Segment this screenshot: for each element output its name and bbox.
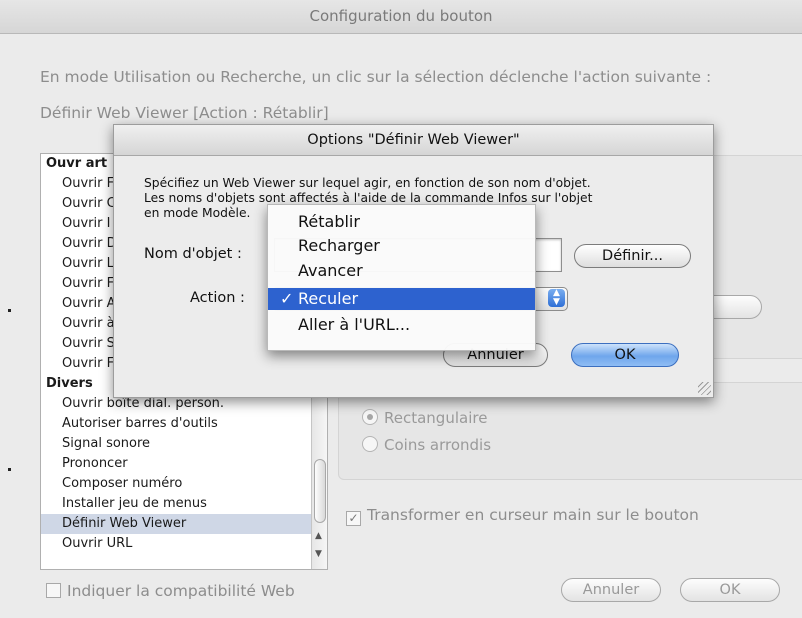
- rectangular-radio[interactable]: Rectangulaire: [362, 409, 487, 427]
- rounded-radio[interactable]: Coins arrondis: [362, 436, 491, 454]
- window-title: Configuration du bouton: [309, 7, 493, 25]
- resize-grip-icon[interactable]: [698, 382, 711, 395]
- sheet-description-line: Spécifiez un Web Viewer sur lequel agir,…: [144, 176, 591, 190]
- menu-item-recharger[interactable]: Recharger: [268, 235, 535, 257]
- list-item[interactable]: Ouvrir URL: [41, 534, 311, 554]
- web-compat-label: Indiquer la compatibilité Web: [67, 582, 295, 600]
- action-popup-menu: Rétablir Recharger Avancer ✓ Reculer Alle…: [267, 204, 536, 351]
- menu-item-label: Rétablir: [298, 212, 360, 231]
- main-cancel-button[interactable]: Annuler: [561, 578, 661, 602]
- define-button[interactable]: Définir...: [574, 244, 691, 268]
- titlebar: Configuration du bouton: [0, 0, 802, 34]
- menu-item-label: Avancer: [298, 261, 363, 280]
- popup-arrows-icon: ▲ ▼: [548, 289, 565, 307]
- radio-selected-icon: [362, 409, 378, 425]
- sheet-title: Options "Définir Web Viewer": [114, 125, 713, 156]
- scroll-thumb[interactable]: [314, 459, 326, 523]
- edge-mark: [8, 309, 11, 312]
- menu-item-label: Reculer: [298, 289, 359, 308]
- scroll-up-arrow-icon[interactable]: ▲: [315, 531, 322, 541]
- list-item[interactable]: Autoriser barres d'outils: [41, 414, 311, 434]
- list-item[interactable]: Prononcer: [41, 454, 311, 474]
- list-item[interactable]: Installer jeu de menus: [41, 494, 311, 514]
- checkbox-icon: [46, 583, 61, 598]
- web-compat-checkbox[interactable]: Indiquer la compatibilité Web: [46, 582, 295, 600]
- list-item[interactable]: Composer numéro: [41, 474, 311, 494]
- menu-item-avancer[interactable]: Avancer: [268, 260, 535, 282]
- rounded-label: Coins arrondis: [384, 436, 492, 454]
- sheet-ok-button[interactable]: OK: [571, 343, 679, 367]
- prompt-text: En mode Utilisation ou Recherche, un cli…: [40, 68, 712, 86]
- rectangular-label: Rectangulaire: [384, 409, 488, 427]
- menu-item-label: Recharger: [298, 236, 380, 255]
- hand-cursor-checkbox[interactable]: ✓ Transformer en curseur main sur le bout…: [346, 506, 699, 526]
- menu-item-retablir[interactable]: Rétablir: [268, 211, 535, 233]
- radio-icon: [362, 436, 378, 452]
- menu-item-aller-url[interactable]: Aller à l'URL...: [268, 314, 535, 336]
- main-ok-button[interactable]: OK: [680, 578, 780, 602]
- object-name-label: Nom d'objet :: [144, 246, 242, 262]
- list-item[interactable]: Définir Web Viewer: [41, 514, 311, 534]
- scroll-down-arrow-icon[interactable]: ▼: [315, 549, 322, 559]
- menu-item-reculer[interactable]: ✓ Reculer: [268, 288, 535, 310]
- current-action-text: Définir Web Viewer [Action : Rétablir]: [40, 104, 329, 122]
- action-label: Action :: [190, 290, 245, 306]
- check-icon: ✓: [280, 289, 294, 308]
- menu-item-label: Aller à l'URL...: [298, 315, 411, 334]
- list-item[interactable]: Signal sonore: [41, 434, 311, 454]
- edge-mark: [8, 468, 11, 471]
- checkbox-checked-icon: ✓: [346, 511, 361, 526]
- hand-cursor-label: Transformer en curseur main sur le bouto…: [367, 506, 699, 524]
